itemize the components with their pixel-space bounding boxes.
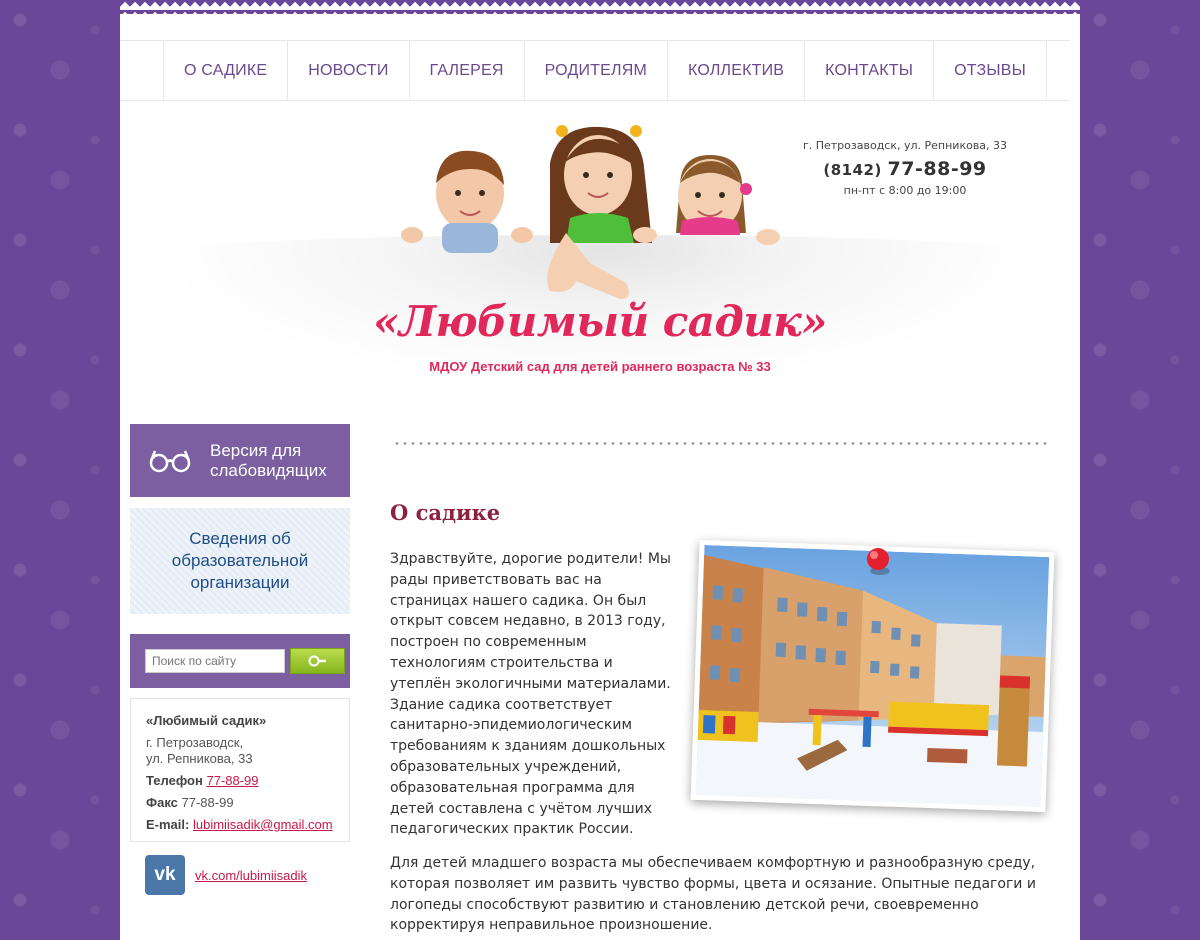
kids-illustration (401, 125, 780, 299)
header-hours: пн-пт с 8:00 до 19:00 (843, 184, 967, 197)
sidebar: Версия для слабовидящих Сведения об обра… (130, 424, 350, 895)
edu-button-line2: образовательной (171, 551, 309, 570)
building-image (695, 545, 1050, 807)
contact-address-line1: г. Петрозаводск, (146, 735, 244, 750)
intro-paragraph: Здравствуйте, дорогие родители! Мы рады … (390, 551, 671, 838)
edu-info-button[interactable]: Сведения об образовательной организации (130, 508, 350, 614)
sidebar-contact-card: «Любимый садик» г. Петрозаводск, ул. Реп… (130, 698, 350, 842)
edu-button-line3: организации (190, 573, 290, 592)
vk-icon[interactable]: vk (145, 855, 185, 895)
contact-fax-label: Факс (146, 795, 178, 810)
search-input[interactable] (145, 649, 285, 673)
search-icon (308, 655, 326, 667)
page-title: О садике (390, 500, 501, 525)
edu-button-line1: Сведения об (189, 529, 291, 548)
nav-item-about[interactable]: О САДИКЕ (163, 41, 287, 100)
vision-button-line2: слабовидящих (210, 460, 327, 480)
search-button[interactable] (290, 648, 345, 674)
second-paragraph: Для детей младшего возраста мы обеспечив… (390, 855, 1036, 934)
header-contacts: г. Петрозаводск, ул. Репникова, 33 (8142… (780, 139, 1030, 197)
nav-item-news[interactable]: НОВОСТИ (287, 41, 408, 100)
contact-name: «Любимый садик» (146, 713, 267, 728)
nav-item-reviews[interactable]: ОТЗЫВЫ (933, 41, 1047, 100)
site-header: г. Петрозаводск, ул. Репникова, 33 (8142… (120, 101, 1080, 401)
contact-fax-value: 77-88-99 (181, 795, 234, 810)
contact-email-link[interactable]: lubimiisadik@gmail.com (193, 817, 333, 832)
contact-phone-link[interactable]: 77-88-99 (206, 773, 258, 788)
header-phone[interactable]: (8142) 77-88-99 (780, 158, 1030, 180)
contact-email-row: E-mail: lubimiisadik@gmail.com (146, 817, 334, 833)
contact-email-label: E-mail: (146, 817, 190, 832)
nav-item-contacts[interactable]: КОНТАКТЫ (804, 41, 933, 100)
header-address: г. Петрозаводск, ул. Репникова, 33 (802, 139, 1008, 152)
dotted-divider (393, 442, 1048, 445)
header-phone-number: 77-88-99 (887, 158, 987, 180)
vk-block: vk vk.com/lubimiisadik (130, 855, 350, 895)
nav-item-parents[interactable]: РОДИТЕЛЯМ (523, 41, 667, 100)
contact-fax-row: Факс 77-88-99 (146, 795, 334, 811)
main-nav: О САДИКЕ НОВОСТИ ГАЛЕРЕЯ РОДИТЕЛЯМ КОЛЛЕ… (120, 40, 1070, 101)
vk-link[interactable]: vk.com/lubimiisadik (195, 868, 307, 883)
page-container: О САДИКЕ НОВОСТИ ГАЛЕРЕЯ РОДИТЕЛЯМ КОЛЛЕ… (120, 0, 1080, 940)
contact-phone-label: Телефон (146, 773, 203, 788)
search-box (130, 634, 350, 688)
contact-phone-row: Телефон 77-88-99 (146, 773, 334, 789)
zigzag-border (120, 0, 1080, 14)
header-phone-code: (8142) (823, 161, 882, 179)
nav-item-staff[interactable]: КОЛЛЕКТИВ (667, 41, 804, 100)
site-logo-title[interactable]: «Любимый садик» (350, 297, 850, 346)
nav-item-gallery[interactable]: ГАЛЕРЕЯ (408, 41, 524, 100)
vision-impaired-button[interactable]: Версия для слабовидящих (130, 424, 350, 497)
push-pin-icon (867, 548, 890, 575)
glasses-icon (130, 449, 210, 473)
site-logo-subtitle: МДОУ Детский сад для детей раннего возра… (429, 359, 771, 374)
contact-address-line2: ул. Репникова, 33 (146, 751, 253, 766)
vision-button-line1: Версия для (210, 440, 302, 460)
